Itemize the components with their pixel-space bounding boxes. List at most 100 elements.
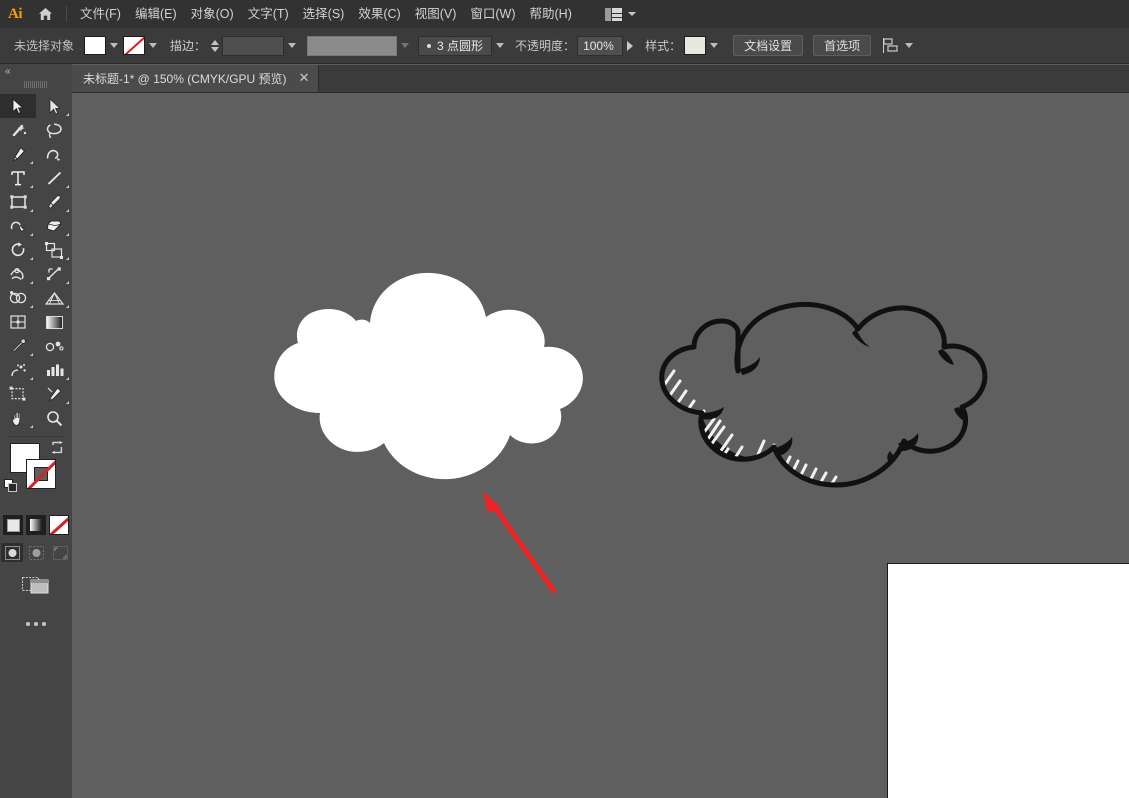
close-icon[interactable]: ✕: [299, 72, 310, 85]
draw-inside-button[interactable]: [49, 543, 71, 562]
tool-more-indicator-icon: [30, 233, 33, 236]
stroke-swatch[interactable]: [123, 36, 146, 55]
tool-grid: [0, 91, 72, 430]
fill-control[interactable]: [84, 36, 123, 55]
solid-color-icon: [6, 518, 20, 532]
curvature-tool[interactable]: [36, 142, 72, 166]
menu-type[interactable]: 文字(T): [241, 3, 296, 25]
double-chevron-left-icon[interactable]: «: [0, 64, 72, 78]
color-mode-buttons: [0, 515, 72, 535]
zoom-tool[interactable]: [36, 406, 72, 430]
chevron-down-icon: [627, 12, 636, 16]
type-tool[interactable]: [0, 166, 36, 190]
swap-fill-stroke-icon[interactable]: [50, 441, 64, 455]
menu-window[interactable]: 窗口(W): [463, 3, 522, 25]
pen-tool[interactable]: [0, 142, 36, 166]
stepper-up-icon[interactable]: [210, 39, 219, 45]
workspace-switcher[interactable]: [601, 6, 640, 23]
default-fill-stroke-icon[interactable]: [4, 479, 18, 493]
change-screen-mode-button[interactable]: [0, 574, 72, 596]
menu-select[interactable]: 选择(S): [296, 3, 352, 25]
align-chevron-icon[interactable]: [905, 43, 914, 48]
menu-file[interactable]: 文件(F): [73, 3, 128, 25]
free-transform-tool[interactable]: [36, 262, 72, 286]
tool-more-indicator-icon: [66, 281, 69, 284]
tool-more-indicator-icon: [30, 257, 33, 260]
menu-help[interactable]: 帮助(H): [523, 3, 579, 25]
tool-more-indicator-icon: [66, 113, 69, 116]
home-icon[interactable]: [30, 0, 60, 28]
menu-divider: [66, 6, 67, 22]
cloud-outline-shape[interactable]: [632, 263, 1002, 523]
stroke-color-control[interactable]: [123, 36, 162, 55]
opacity-label: 不透明度：: [515, 39, 576, 53]
selection-tool[interactable]: [0, 94, 36, 118]
symbol-sprayer-tool[interactable]: [0, 358, 36, 382]
stroke-weight-input[interactable]: [222, 35, 285, 56]
eraser-tool[interactable]: [36, 214, 72, 238]
shaper-tool[interactable]: [0, 214, 36, 238]
opacity-input[interactable]: 100%: [577, 35, 624, 56]
fill-swatch[interactable]: [84, 36, 107, 55]
stepper-down-icon[interactable]: [210, 46, 219, 52]
tools-panel: «: [0, 64, 72, 798]
draw-normal-button[interactable]: [1, 543, 23, 562]
stroke-weight-label: 描边：: [170, 39, 207, 53]
menu-effect[interactable]: 效果(C): [351, 3, 407, 25]
column-graph-tool[interactable]: [36, 358, 72, 382]
blend-tool[interactable]: [36, 334, 72, 358]
cloud-filled-shape[interactable]: [250, 253, 590, 503]
gradient-tool[interactable]: [36, 310, 72, 334]
hand-tool[interactable]: [0, 406, 36, 430]
none-mode-button[interactable]: [49, 515, 69, 535]
perspective-grid-tool[interactable]: [36, 286, 72, 310]
rotate-tool[interactable]: [0, 238, 36, 262]
panel-drag-grip[interactable]: [0, 78, 72, 91]
line-segment-tool[interactable]: [36, 166, 72, 190]
draw-behind-button[interactable]: [25, 543, 47, 562]
gradient-mode-button[interactable]: [26, 515, 46, 535]
shape-builder-tool[interactable]: [0, 286, 36, 310]
cloud-hatch-shading: [661, 369, 932, 485]
menu-view[interactable]: 视图(V): [408, 3, 464, 25]
fill-dropdown-chevron-icon[interactable]: [110, 43, 119, 48]
stroke-weight-chevron-icon[interactable]: [288, 43, 297, 48]
artboard: [887, 563, 1129, 798]
style-chevron-icon[interactable]: [710, 43, 719, 48]
document-setup-button[interactable]: 文档设置: [733, 35, 804, 56]
stroke-color-box[interactable]: [26, 459, 56, 489]
brush-definition-dropdown[interactable]: [307, 35, 398, 56]
preferences-button[interactable]: 首选项: [813, 35, 872, 56]
menu-object[interactable]: 对象(O): [184, 3, 241, 25]
rectangle-tool[interactable]: [0, 190, 36, 214]
control-bar: 未选择对象 描边： 3 点圆形 不透明度： 100% 样式： 文档设置 首选项: [0, 28, 1129, 64]
stroke-weight-stepper[interactable]: [209, 37, 220, 55]
direct-selection-tool[interactable]: [36, 94, 72, 118]
align-icon: [883, 38, 898, 53]
change-screen-mode-icon: [22, 576, 49, 594]
stroke-dropdown-chevron-icon[interactable]: [149, 43, 158, 48]
variable-width-profile-dropdown[interactable]: 3 点圆形: [418, 35, 493, 56]
tool-more-indicator-icon: [66, 257, 69, 260]
variable-width-chevron-icon[interactable]: [496, 43, 505, 48]
mesh-tool[interactable]: [0, 310, 36, 334]
color-mode-button[interactable]: [3, 515, 23, 535]
magic-wand-tool[interactable]: [0, 118, 36, 142]
tool-more-indicator-icon: [30, 425, 33, 428]
lasso-tool[interactable]: [36, 118, 72, 142]
artboard-tool[interactable]: [0, 382, 36, 406]
slice-tool[interactable]: [36, 382, 72, 406]
workspace-icon: [604, 7, 622, 21]
eyedropper-tool[interactable]: [0, 334, 36, 358]
opacity-flyout-arrow-icon[interactable]: [627, 40, 634, 51]
width-tool[interactable]: [0, 262, 36, 286]
canvas-area[interactable]: [72, 93, 1129, 798]
scale-tool[interactable]: [36, 238, 72, 262]
illustrator-window: Ai 文件(F) 编辑(E) 对象(O) 文字(T) 选择(S) 效果(C) 视…: [0, 0, 1129, 798]
document-tab[interactable]: 未标题-1* @ 150% (CMYK/GPU 预览) ✕: [72, 65, 320, 92]
align-control[interactable]: [883, 38, 918, 53]
paintbrush-tool[interactable]: [36, 190, 72, 214]
edit-toolbar-dots-icon[interactable]: [0, 622, 72, 626]
menu-edit[interactable]: 编辑(E): [128, 3, 184, 25]
graphic-style-swatch[interactable]: [684, 36, 707, 55]
